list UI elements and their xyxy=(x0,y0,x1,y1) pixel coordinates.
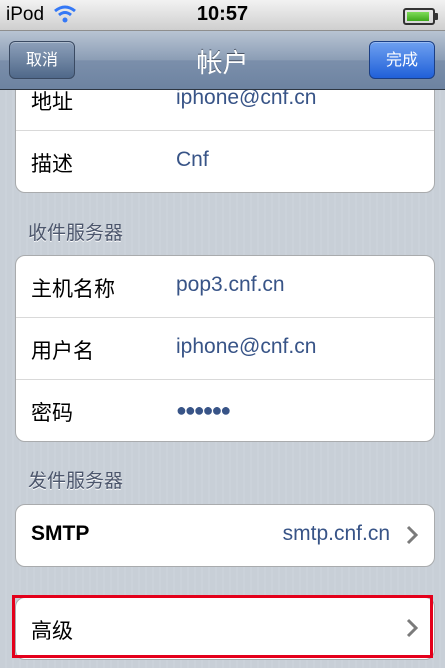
smtp-value: smtp.cnf.cn xyxy=(282,522,390,545)
hostname-row[interactable]: 主机名称 pop3.cnf.cn xyxy=(16,256,434,318)
clock: 10:57 xyxy=(196,3,249,25)
battery-icon xyxy=(403,8,438,25)
settings-scroll-area[interactable]: 地址 iphone@cnf.cn 描述 Cnf 收件服务器 主机名称 pop3.… xyxy=(0,90,445,668)
smtp-label: SMTP xyxy=(31,522,90,545)
username-row[interactable]: 用户名 iphone@cnf.cn xyxy=(16,318,434,380)
address-row[interactable]: 地址 iphone@cnf.cn xyxy=(16,90,434,131)
outgoing-server-header: 发件服务器 xyxy=(28,470,124,492)
username-value: iphone@cnf.cn xyxy=(176,335,317,358)
incoming-server-group: 主机名称 pop3.cnf.cn 用户名 iphone@cnf.cn 密码 ●●… xyxy=(15,255,435,442)
navigation-bar: 取消 帐户 完成 xyxy=(0,31,445,90)
done-button[interactable]: 完成 xyxy=(369,41,435,79)
highlight-box xyxy=(12,595,433,658)
password-value: ●●●●●● xyxy=(176,400,231,420)
password-row[interactable]: 密码 ●●●●●● xyxy=(16,380,434,441)
smtp-row[interactable]: SMTP smtp.cnf.cn xyxy=(16,505,434,566)
username-label: 用户名 xyxy=(31,339,94,363)
hostname-value: pop3.cnf.cn xyxy=(176,273,285,296)
outgoing-server-group: SMTP smtp.cnf.cn xyxy=(15,504,435,567)
hostname-label: 主机名称 xyxy=(31,277,115,301)
address-value: iphone@cnf.cn xyxy=(176,90,317,109)
description-row[interactable]: 描述 Cnf xyxy=(16,131,434,192)
status-bar: iPod 10:57 xyxy=(0,0,445,31)
account-group: 地址 iphone@cnf.cn 描述 Cnf xyxy=(15,90,435,193)
incoming-server-header: 收件服务器 xyxy=(28,222,124,244)
address-label: 地址 xyxy=(31,90,73,114)
chevron-right-icon xyxy=(406,525,419,549)
description-value: Cnf xyxy=(176,148,209,171)
description-label: 描述 xyxy=(31,152,73,176)
password-label: 密码 xyxy=(31,401,73,425)
